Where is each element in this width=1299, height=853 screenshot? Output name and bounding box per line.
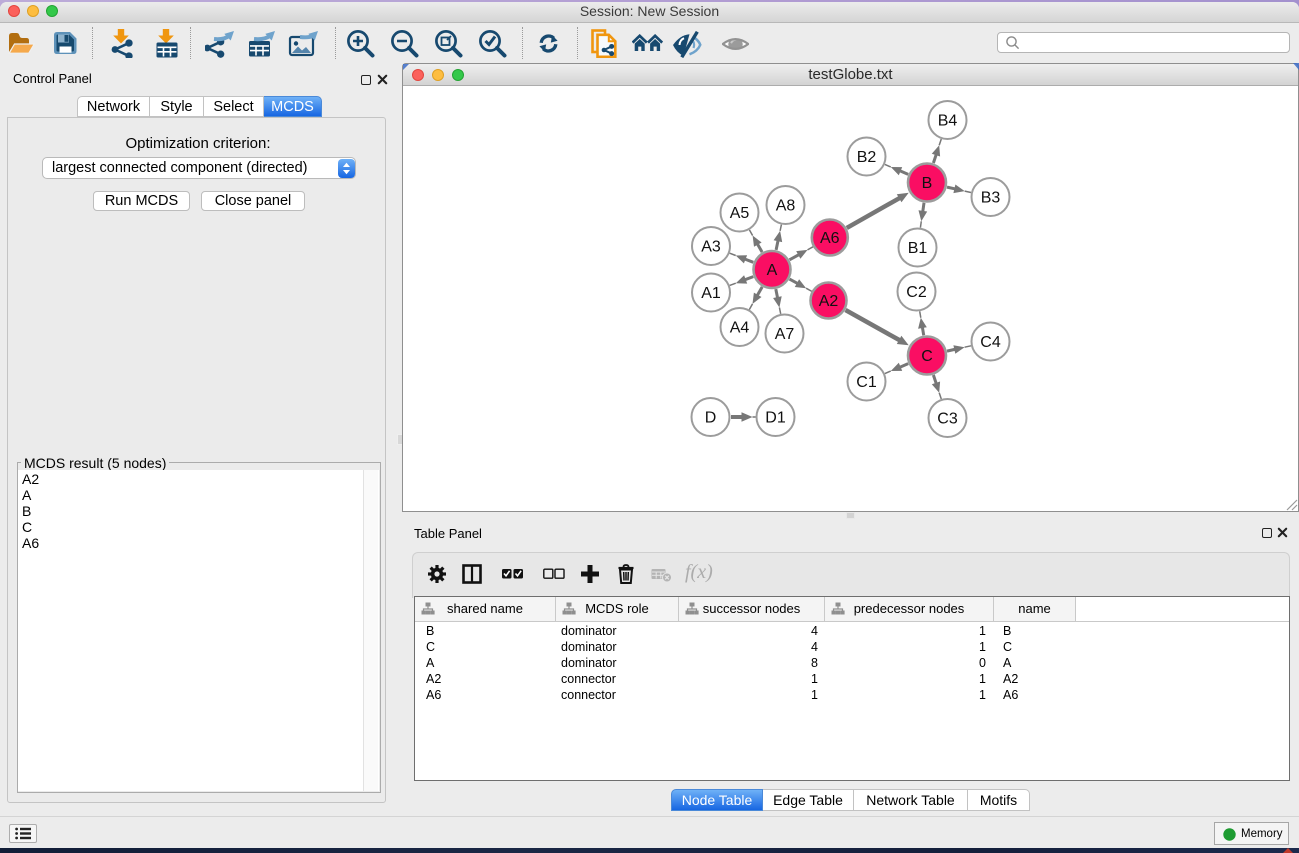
svg-text:D1: D1 [765, 410, 786, 427]
svg-text:C2: C2 [906, 284, 927, 301]
svg-text:B2: B2 [857, 149, 877, 166]
svg-text:C1: C1 [856, 374, 877, 391]
svg-text:A5: A5 [730, 205, 750, 222]
svg-text:B1: B1 [908, 240, 928, 257]
svg-text:A1: A1 [701, 285, 721, 302]
svg-text:B3: B3 [981, 190, 1001, 207]
svg-text:A2: A2 [819, 293, 839, 310]
svg-text:D: D [705, 410, 717, 427]
svg-text:C: C [921, 348, 933, 365]
svg-text:B4: B4 [938, 113, 958, 130]
svg-text:B: B [922, 175, 933, 192]
svg-text:A4: A4 [730, 320, 750, 337]
svg-text:A3: A3 [701, 239, 721, 256]
svg-text:A: A [767, 262, 778, 279]
svg-text:A7: A7 [775, 326, 795, 343]
svg-text:A8: A8 [776, 198, 796, 215]
svg-text:A6: A6 [820, 230, 840, 247]
svg-text:C4: C4 [980, 334, 1001, 351]
svg-text:C3: C3 [937, 411, 958, 428]
